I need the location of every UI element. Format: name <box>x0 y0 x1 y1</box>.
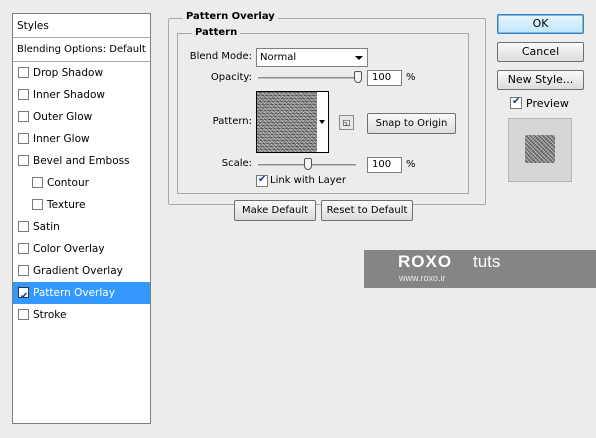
style-item-checkbox[interactable] <box>18 133 29 144</box>
reset-to-default-button[interactable]: Reset to Default <box>321 200 413 221</box>
opacity-input[interactable]: 100 <box>367 70 402 86</box>
opacity-unit: % <box>406 72 416 83</box>
style-item-label: Texture <box>47 199 86 211</box>
style-item-label: Outer Glow <box>33 111 93 123</box>
style-item-bevel-and-emboss[interactable]: Bevel and Emboss <box>13 150 150 172</box>
style-preview-thumbnail <box>508 118 572 182</box>
style-item-label: Color Overlay <box>33 243 105 255</box>
opacity-slider-track[interactable] <box>258 77 362 79</box>
style-item-checkbox[interactable] <box>18 309 29 320</box>
pattern-overlay-title: Pattern Overlay <box>183 11 278 22</box>
pattern-subgroup-title: Pattern <box>192 27 241 38</box>
make-default-button[interactable]: Make Default <box>234 200 316 221</box>
styles-list-panel: Styles Blending Options: Default Drop Sh… <box>12 13 151 424</box>
watermark-banner: ROXO tuts www.roxo.ir <box>364 250 596 288</box>
link-with-layer-label: Link with Layer <box>270 175 346 186</box>
cancel-button[interactable]: Cancel <box>497 42 584 62</box>
style-item-inner-glow[interactable]: Inner Glow <box>13 128 150 150</box>
chevron-down-icon <box>355 56 363 60</box>
style-item-label: Drop Shadow <box>33 67 104 79</box>
style-item-checkbox[interactable] <box>18 265 29 276</box>
style-item-label: Gradient Overlay <box>33 265 123 277</box>
watermark-tuts: tuts <box>473 252 501 271</box>
scale-label: Scale: <box>221 158 252 169</box>
style-item-label: Pattern Overlay <box>33 287 115 299</box>
pattern-label: Pattern: <box>212 116 252 127</box>
blend-mode-select[interactable]: Normal <box>256 48 368 67</box>
opacity-label: Opacity: <box>210 72 252 83</box>
scale-input[interactable]: 100 <box>367 157 402 173</box>
style-item-satin[interactable]: Satin <box>13 216 150 238</box>
opacity-slider-thumb[interactable] <box>354 71 362 83</box>
preview-pattern <box>525 135 555 163</box>
style-item-stroke[interactable]: Stroke <box>13 304 150 326</box>
link-with-layer-checkbox[interactable]: ✔ <box>256 174 268 187</box>
style-item-label: Satin <box>33 221 60 233</box>
preview-label: Preview <box>526 97 569 110</box>
style-item-checkbox[interactable] <box>18 221 29 232</box>
style-item-checkbox[interactable] <box>18 243 29 254</box>
style-item-pattern-overlay[interactable]: ✔ Pattern Overlay <box>13 282 150 304</box>
scale-unit: % <box>406 159 416 170</box>
new-style-button[interactable]: New Style... <box>497 70 584 90</box>
snap-to-origin-button[interactable]: Snap to Origin <box>367 113 456 134</box>
watermark-url: www.roxo.ir <box>399 273 446 283</box>
styles-header[interactable]: Styles <box>13 14 150 38</box>
style-item-outer-glow[interactable]: Outer Glow <box>13 106 150 128</box>
scale-slider-thumb[interactable] <box>304 158 312 170</box>
chevron-down-icon <box>319 120 325 124</box>
checkmark-icon: ✔ <box>258 174 267 185</box>
pattern-picker-dropdown[interactable] <box>317 91 329 153</box>
style-item-label: Inner Shadow <box>33 89 105 101</box>
style-item-label: Contour <box>47 177 89 189</box>
style-item-checkbox[interactable] <box>18 89 29 100</box>
blending-options-label: Blending Options: Default <box>17 44 146 55</box>
style-item-checkbox[interactable] <box>18 67 29 78</box>
ok-button[interactable]: OK <box>497 14 584 34</box>
pattern-swatch[interactable] <box>256 91 318 153</box>
style-item-label: Bevel and Emboss <box>33 155 130 167</box>
checkmark-icon: ✔ <box>512 96 521 107</box>
style-item-color-overlay[interactable]: Color Overlay <box>13 238 150 260</box>
style-item-inner-shadow[interactable]: Inner Shadow <box>13 84 150 106</box>
new-preset-icon: ◱ <box>342 118 351 127</box>
style-item-checkbox[interactable] <box>32 199 43 210</box>
style-item-checkbox[interactable] <box>18 155 29 166</box>
new-preset-button[interactable]: ◱ <box>339 115 354 130</box>
blend-mode-label: Blend Mode: <box>189 51 252 62</box>
watermark-logo: ROXO <box>398 252 453 271</box>
style-item-contour[interactable]: Contour <box>13 172 150 194</box>
style-item-label: Stroke <box>33 309 67 321</box>
blend-mode-value: Normal <box>260 52 297 63</box>
style-item-drop-shadow[interactable]: Drop Shadow <box>13 62 150 84</box>
styles-header-label: Styles <box>17 20 49 32</box>
style-item-checkbox[interactable]: ✔ <box>18 287 29 302</box>
style-item-label: Inner Glow <box>33 133 90 145</box>
blending-options-item[interactable]: Blending Options: Default <box>13 38 150 62</box>
style-item-checkbox[interactable] <box>32 177 43 188</box>
style-item-checkbox[interactable] <box>18 111 29 122</box>
style-item-gradient-overlay[interactable]: Gradient Overlay <box>13 260 150 282</box>
style-item-texture[interactable]: Texture <box>13 194 150 216</box>
preview-checkbox[interactable]: ✔ <box>510 96 522 109</box>
